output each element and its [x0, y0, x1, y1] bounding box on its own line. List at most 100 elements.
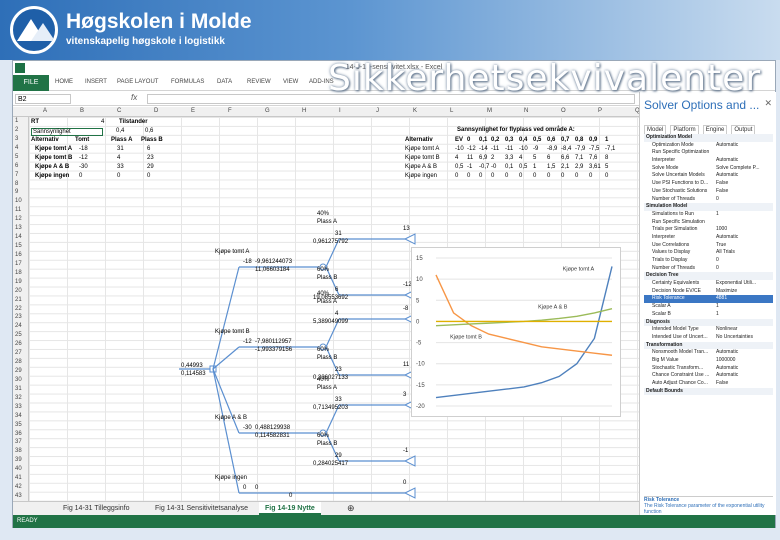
- column-header[interactable]: L: [450, 108, 453, 114]
- solver-property-row[interactable]: Solve Uncertain Models Automatic: [644, 172, 773, 180]
- row-header[interactable]: 2: [15, 127, 18, 133]
- tree-branch-label[interactable]: Kjøpe A & B: [215, 415, 247, 421]
- table2-cell[interactable]: 0: [575, 173, 578, 179]
- table2-cell[interactable]: 6,6: [561, 155, 569, 161]
- tree-outcome-prob[interactable]: 60%: [317, 347, 329, 353]
- row-header[interactable]: 27: [15, 350, 22, 356]
- solver-property-value[interactable]: 0: [716, 265, 719, 273]
- solver-property-row[interactable]: Run Specific Simulation: [644, 219, 773, 227]
- column-header[interactable]: O: [561, 108, 566, 114]
- solver-property-row[interactable]: Use PSI Functions to D... False: [644, 180, 773, 188]
- row-header[interactable]: 15: [15, 243, 22, 249]
- solver-property-row[interactable]: Interpreter Automatic: [644, 234, 773, 242]
- tree-outcome-value[interactable]: 5,389049099: [313, 319, 348, 325]
- column-header[interactable]: P: [598, 108, 602, 114]
- tree-outcome-name[interactable]: Plass A: [317, 299, 337, 305]
- table2-cell[interactable]: 0,1: [505, 164, 513, 170]
- row-header[interactable]: 6: [15, 163, 18, 169]
- table2-cell[interactable]: 1,5: [547, 164, 555, 170]
- table2-cell[interactable]: 0: [561, 173, 564, 179]
- tree-end-value[interactable]: -1: [403, 448, 408, 454]
- tree-branch-cost[interactable]: -30: [243, 425, 252, 431]
- tree-outcome-prob[interactable]: 60%: [317, 267, 329, 273]
- worksheet-grid[interactable]: ABCDEFGHIJKLMNOPQ 1 2 3 4 5 6 7 8 9 10 11 12 13 14 15 1…: [13, 107, 639, 501]
- solver-property-value[interactable]: 1: [716, 303, 719, 311]
- tree-outcome-payoff[interactable]: 31: [335, 231, 342, 237]
- solver-property-value[interactable]: Automatic: [716, 142, 738, 150]
- tree-root-value[interactable]: 0,114583: [181, 371, 206, 377]
- solver-property-row[interactable]: Decision Node EV/CE Maximize: [644, 288, 773, 296]
- tree-outcome-prob[interactable]: 40%: [317, 291, 329, 297]
- row-header[interactable]: 19: [15, 279, 22, 285]
- row-header[interactable]: 34: [15, 413, 22, 419]
- tree-end-value[interactable]: 13: [403, 226, 410, 232]
- row-header[interactable]: 11: [15, 207, 21, 213]
- tree-branch-value[interactable]: 0,488129938: [255, 425, 290, 431]
- table2-cell[interactable]: 6: [547, 155, 550, 161]
- column-header[interactable]: D: [154, 108, 158, 114]
- tree-outcome-prob[interactable]: 60%: [317, 433, 329, 439]
- tree-outcome-payoff[interactable]: 4: [335, 311, 338, 317]
- tree-outcome-value[interactable]: 0,713495203: [313, 405, 348, 411]
- row-header[interactable]: 26: [15, 341, 22, 347]
- tree-outcome-name[interactable]: Plass A: [317, 385, 337, 391]
- table2-cell[interactable]: -14: [479, 146, 488, 152]
- table2-cell[interactable]: 8: [605, 155, 608, 161]
- row-header[interactable]: 25: [15, 332, 22, 338]
- solver-property-value[interactable]: Automatic: [716, 157, 738, 165]
- solver-property-value[interactable]: Automatic: [716, 349, 738, 357]
- column-header[interactable]: C: [117, 108, 121, 114]
- solver-section-header[interactable]: Simulation Model: [644, 203, 773, 211]
- solver-property-row[interactable]: Trials to Display 0: [644, 257, 773, 265]
- table2-cell[interactable]: -7,9: [575, 146, 585, 152]
- row-header[interactable]: 3: [15, 136, 18, 142]
- table2-cell[interactable]: -7,5: [589, 146, 599, 152]
- sheet-tab-tilleggsinfo[interactable]: Fig 14-31 Tilleggsinfo: [57, 502, 136, 515]
- table2-cell[interactable]: 0: [467, 173, 470, 179]
- solver-property-row[interactable]: Use Correlations True: [644, 242, 773, 250]
- column-header[interactable]: E: [191, 108, 195, 114]
- column-header[interactable]: B: [80, 108, 84, 114]
- table2-cell[interactable]: -1: [467, 164, 472, 170]
- row-header[interactable]: 38: [15, 448, 22, 454]
- solver-property-value[interactable]: False: [716, 188, 728, 196]
- tree-end-value[interactable]: 3: [403, 392, 406, 398]
- solver-property-value[interactable]: 0: [716, 257, 719, 265]
- tree-branch-value[interactable]: -1,993379156: [255, 347, 292, 353]
- solver-property-value[interactable]: Exponential Utili...: [716, 280, 756, 288]
- solver-property-row[interactable]: Trials per Simulation 1000: [644, 226, 773, 234]
- ribbon-tab-formulas[interactable]: FORMULAS: [171, 79, 204, 85]
- row-header[interactable]: 9: [15, 189, 18, 195]
- solver-property-row[interactable]: Run Specific Optimization: [644, 149, 773, 157]
- tree-branch-label[interactable]: Kjøpe tomt A: [215, 249, 249, 255]
- solver-section-header[interactable]: Decision Tree: [644, 272, 773, 281]
- row-header[interactable]: 33: [15, 404, 22, 410]
- solver-property-value[interactable]: Automatic: [716, 172, 738, 180]
- solver-section-header[interactable]: Diagnosis: [644, 318, 773, 327]
- tree-outcome-prob[interactable]: 40%: [317, 377, 329, 383]
- row-header[interactable]: 1: [15, 118, 18, 124]
- tree-branch-label[interactable]: Kjøpe tomt B: [215, 329, 250, 335]
- tree-outcome-payoff[interactable]: 6: [335, 287, 338, 293]
- sheet-tab-sensitivitetsanalyse[interactable]: Fig 14-31 Sensitivitetsanalyse: [149, 502, 254, 515]
- solver-property-value[interactable]: Solve Complete P...: [716, 165, 760, 173]
- table2-cell[interactable]: 2: [491, 155, 494, 161]
- solver-property-row[interactable]: Intended Use of Uncert... No Uncertaintie…: [644, 334, 773, 342]
- tree-root-value[interactable]: 0,44993: [181, 363, 203, 369]
- table2-cell[interactable]: 0: [605, 173, 608, 179]
- ribbon-tab-insert[interactable]: INSERT: [85, 79, 107, 85]
- name-box[interactable]: B2: [15, 94, 71, 104]
- tree-branch-value[interactable]: 0: [289, 493, 292, 499]
- table2-cell[interactable]: -9: [533, 146, 538, 152]
- row-header[interactable]: 40: [15, 466, 22, 472]
- terminal-node[interactable]: [403, 233, 416, 245]
- row-header[interactable]: 5: [15, 154, 18, 160]
- row-header[interactable]: 37: [15, 439, 22, 445]
- solver-property-row[interactable]: Solve Mode Solve Complete P...: [644, 165, 773, 173]
- close-icon[interactable]: ✕: [764, 98, 772, 109]
- row-header[interactable]: 31: [15, 386, 22, 392]
- solver-section-header[interactable]: Optimization Model: [644, 134, 773, 142]
- column-header[interactable]: F: [228, 108, 232, 114]
- solver-property-row[interactable]: Stochastic Transform... Automatic: [644, 365, 773, 373]
- table2-cell[interactable]: 0: [479, 173, 482, 179]
